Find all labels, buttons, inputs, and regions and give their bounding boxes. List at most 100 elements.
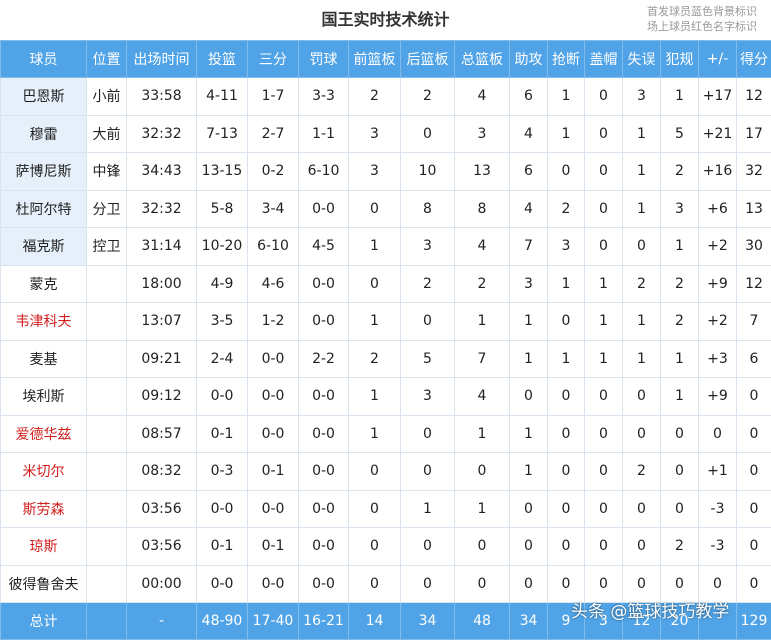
stat-cell-min: 08:57: [127, 415, 197, 453]
column-header[interactable]: 总篮板: [455, 41, 510, 78]
stat-cell-pts: 0: [737, 453, 771, 491]
column-header[interactable]: 得分: [737, 41, 771, 78]
stat-cell-tp: 0-0: [248, 490, 299, 528]
stat-cell-pm: +16: [699, 153, 737, 191]
totals-cell: 34: [510, 603, 548, 640]
stat-cell-min: 09:12: [127, 378, 197, 416]
column-header[interactable]: 罚球: [299, 41, 349, 78]
table-row: 韦津科夫13:073-51-20-010110112+27: [1, 303, 771, 341]
stat-cell-oreb: 0: [349, 190, 401, 228]
stat-cell-reb: 3: [455, 115, 510, 153]
stat-cell-ast: 4: [510, 115, 548, 153]
table-row: 蒙克18:004-94-60-002231122+912: [1, 265, 771, 303]
column-header[interactable]: 球员: [1, 41, 87, 78]
stat-cell-stl: 0: [548, 453, 585, 491]
stat-cell-pf: 1: [661, 340, 699, 378]
stat-cell-oreb: 1: [349, 228, 401, 266]
stat-cell-dreb: 0: [401, 303, 455, 341]
stat-cell-tp: 1-7: [248, 78, 299, 116]
stat-cell-pos: 小前: [87, 78, 127, 116]
stat-cell-blk: 0: [585, 228, 623, 266]
stat-cell-blk: 0: [585, 78, 623, 116]
player-name[interactable]: 蒙克: [1, 265, 87, 303]
stat-cell-reb: 1: [455, 490, 510, 528]
player-name[interactable]: 萨博尼斯: [1, 153, 87, 191]
stat-cell-pm: -3: [699, 528, 737, 566]
column-header[interactable]: 出场时间: [127, 41, 197, 78]
stat-cell-pos: 控卫: [87, 228, 127, 266]
stat-cell-tov: 0: [623, 415, 661, 453]
stat-cell-fg: 0-0: [197, 565, 248, 603]
stat-cell-pm: 0: [699, 415, 737, 453]
stat-cell-fg: 2-4: [197, 340, 248, 378]
column-header[interactable]: 犯规: [661, 41, 699, 78]
stat-cell-pm: +2: [699, 228, 737, 266]
stat-cell-blk: 1: [585, 303, 623, 341]
stat-cell-ft: 0-0: [299, 565, 349, 603]
stat-cell-ft: 6-10: [299, 153, 349, 191]
column-header[interactable]: 后篮板: [401, 41, 455, 78]
stat-cell-tp: 0-2: [248, 153, 299, 191]
stat-cell-stl: 0: [548, 153, 585, 191]
stat-cell-reb: 0: [455, 565, 510, 603]
stat-cell-dreb: 2: [401, 78, 455, 116]
player-name[interactable]: 爱德华兹: [1, 415, 87, 453]
stat-cell-min: 13:07: [127, 303, 197, 341]
column-header[interactable]: +/-: [699, 41, 737, 78]
stat-cell-ft: 0-0: [299, 415, 349, 453]
column-header[interactable]: 抢断: [548, 41, 585, 78]
stat-cell-tov: 0: [623, 228, 661, 266]
stat-cell-oreb: 1: [349, 378, 401, 416]
player-name[interactable]: 彼得鲁舍夫: [1, 565, 87, 603]
stat-cell-tov: 0: [623, 378, 661, 416]
player-name[interactable]: 琼斯: [1, 528, 87, 566]
stat-cell-tov: 2: [623, 265, 661, 303]
stat-cell-blk: 0: [585, 153, 623, 191]
stat-cell-fg: 0-1: [197, 528, 248, 566]
stat-cell-ast: 6: [510, 78, 548, 116]
player-name[interactable]: 斯劳森: [1, 490, 87, 528]
stat-cell-fg: 10-20: [197, 228, 248, 266]
stat-cell-reb: 0: [455, 453, 510, 491]
stat-cell-ast: 0: [510, 528, 548, 566]
column-header[interactable]: 助攻: [510, 41, 548, 78]
player-name[interactable]: 麦基: [1, 340, 87, 378]
stat-cell-blk: 0: [585, 490, 623, 528]
stat-cell-tp: 0-0: [248, 340, 299, 378]
stat-cell-pos: 中锋: [87, 153, 127, 191]
stat-cell-pts: 0: [737, 490, 771, 528]
stat-cell-fg: 0-1: [197, 415, 248, 453]
table-row: 巴恩斯小前33:584-111-73-322461031+1712: [1, 78, 771, 116]
column-header[interactable]: 投篮: [197, 41, 248, 78]
stat-cell-ft: 0-0: [299, 265, 349, 303]
stat-cell-tp: 3-4: [248, 190, 299, 228]
stat-cell-min: 08:32: [127, 453, 197, 491]
stat-cell-stl: 0: [548, 378, 585, 416]
stat-cell-oreb: 0: [349, 265, 401, 303]
stat-cell-ft: 0-0: [299, 490, 349, 528]
stat-cell-pos: [87, 490, 127, 528]
column-header[interactable]: 三分: [248, 41, 299, 78]
column-header[interactable]: 前篮板: [349, 41, 401, 78]
player-name[interactable]: 埃利斯: [1, 378, 87, 416]
stat-cell-ft: 0-0: [299, 303, 349, 341]
stat-cell-oreb: 1: [349, 303, 401, 341]
stat-cell-ast: 7: [510, 228, 548, 266]
column-header[interactable]: 盖帽: [585, 41, 623, 78]
table-row: 斯劳森03:560-00-00-001100000-30: [1, 490, 771, 528]
stat-cell-ft: 1-1: [299, 115, 349, 153]
column-header[interactable]: 位置: [87, 41, 127, 78]
stat-cell-pos: [87, 453, 127, 491]
player-name[interactable]: 米切尔: [1, 453, 87, 491]
player-name[interactable]: 杜阿尔特: [1, 190, 87, 228]
stat-cell-reb: 7: [455, 340, 510, 378]
stat-cell-oreb: 0: [349, 565, 401, 603]
player-name[interactable]: 穆雷: [1, 115, 87, 153]
player-name[interactable]: 巴恩斯: [1, 78, 87, 116]
stat-cell-pm: +2: [699, 303, 737, 341]
player-name[interactable]: 韦津科夫: [1, 303, 87, 341]
column-header[interactable]: 失误: [623, 41, 661, 78]
table-row: 福克斯控卫31:1410-206-104-513473001+230: [1, 228, 771, 266]
stat-cell-pts: 17: [737, 115, 771, 153]
player-name[interactable]: 福克斯: [1, 228, 87, 266]
